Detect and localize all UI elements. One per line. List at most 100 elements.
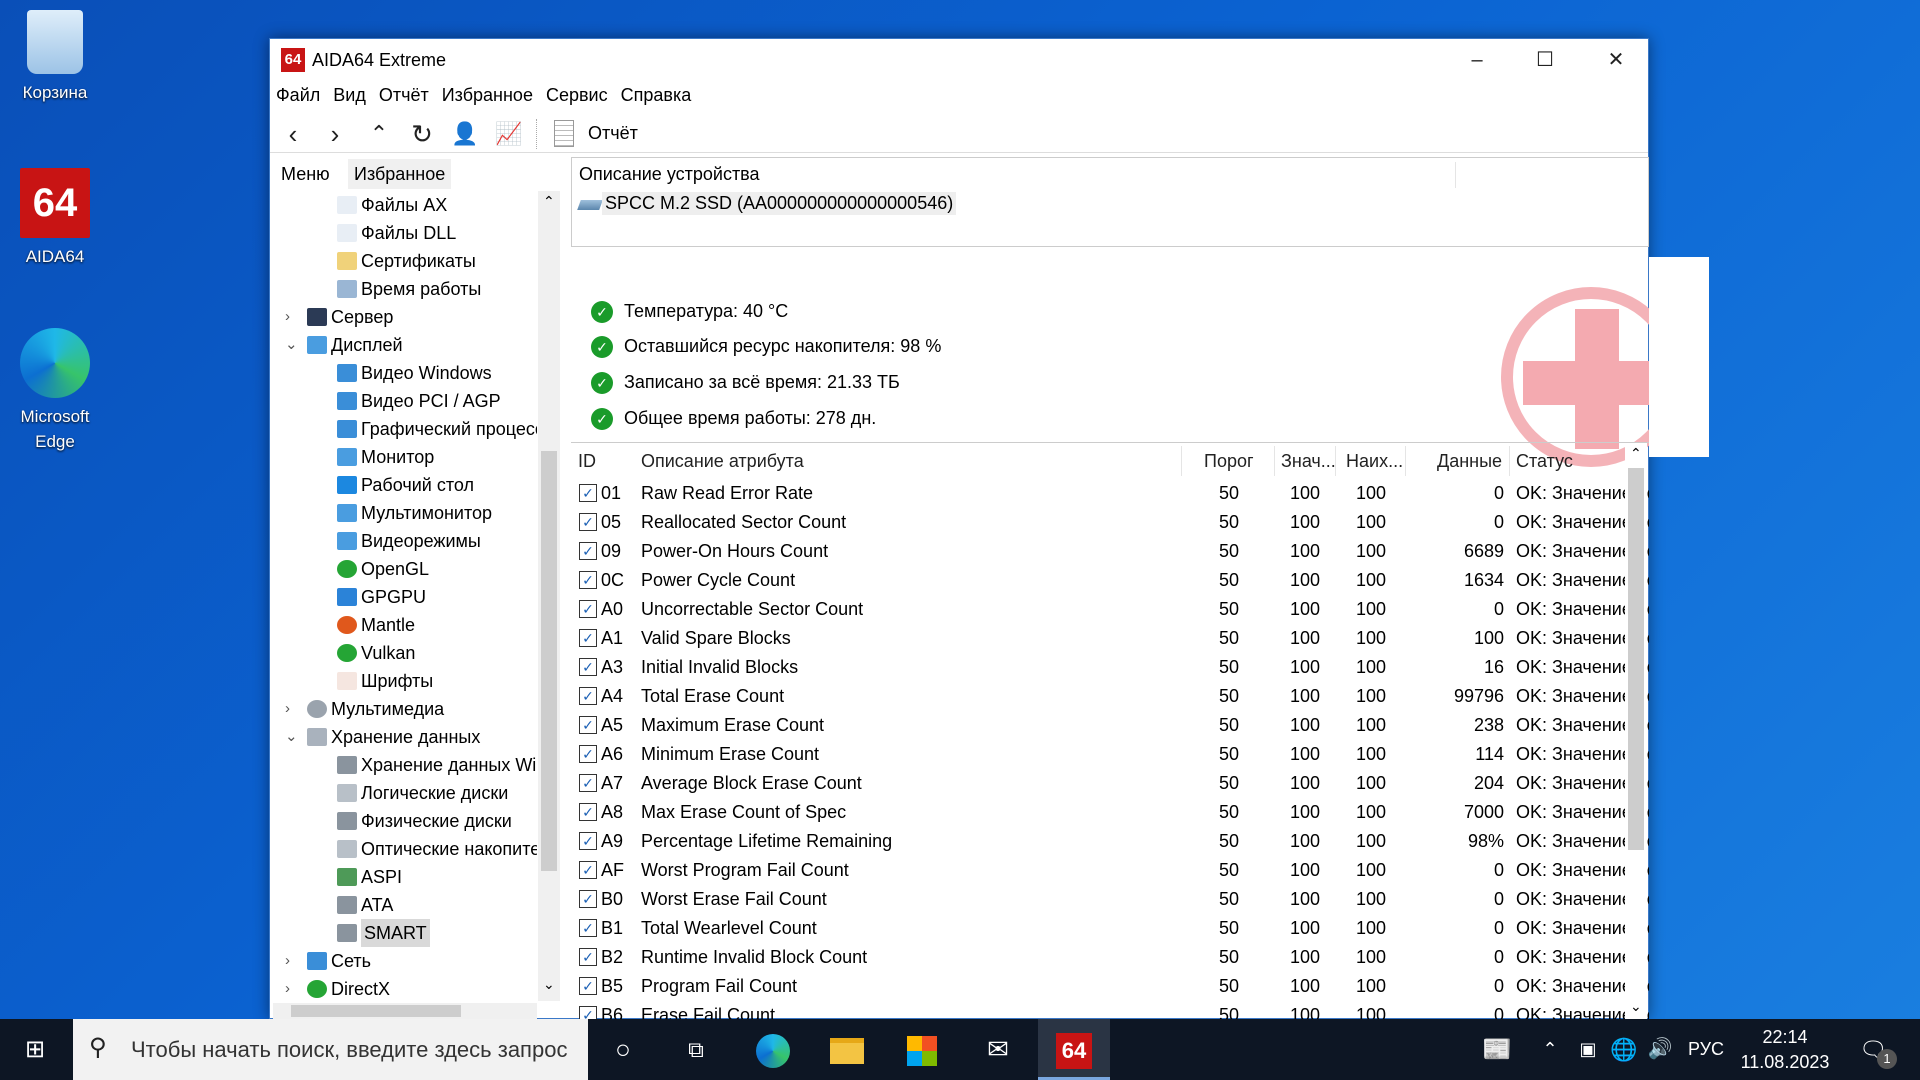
column-header-data[interactable]: Данные bbox=[1437, 446, 1502, 476]
scroll-up-icon[interactable]: ⌃ bbox=[1630, 445, 1642, 462]
tree-item[interactable]: ATA bbox=[273, 891, 537, 919]
tree-item[interactable]: Графический процесс bbox=[273, 415, 537, 443]
scroll-down-icon[interactable]: ⌄ bbox=[1630, 998, 1642, 1015]
row-checkbox[interactable]: ✓ bbox=[579, 571, 597, 589]
clock[interactable]: 22:14 11.08.2023 bbox=[1735, 1025, 1835, 1075]
table-row[interactable]: ✓ B5 Program Fail Count 50 100 100 0 OK:… bbox=[571, 972, 1649, 1001]
chevron-down-icon[interactable]: ⌄ bbox=[285, 723, 301, 751]
report-button[interactable]: Отчёт bbox=[588, 123, 638, 144]
menu-file[interactable]: Файл bbox=[276, 85, 320, 106]
table-vertical-scrollbar[interactable]: ⌃ ⌄ bbox=[1625, 443, 1647, 1019]
row-checkbox[interactable]: ✓ bbox=[579, 600, 597, 618]
table-row[interactable]: ✓ A4 Total Erase Count 50 100 100 99796 … bbox=[571, 682, 1649, 711]
menu-service[interactable]: Сервис bbox=[546, 85, 608, 106]
menu-report[interactable]: Отчёт bbox=[379, 85, 429, 106]
tree-item[interactable]: › DirectX bbox=[273, 975, 537, 1001]
scroll-thumb[interactable] bbox=[541, 451, 557, 871]
menu-favorites[interactable]: Избранное bbox=[442, 85, 533, 106]
tree-item[interactable]: Монитор bbox=[273, 443, 537, 471]
column-header-threshold[interactable]: Порог bbox=[1204, 446, 1254, 476]
row-checkbox[interactable]: ✓ bbox=[579, 1006, 597, 1019]
row-checkbox[interactable]: ✓ bbox=[579, 629, 597, 647]
device-name[interactable]: SPCC M.2 SSD (AA000000000000000546) bbox=[602, 192, 957, 215]
row-checkbox[interactable]: ✓ bbox=[579, 774, 597, 792]
table-row[interactable]: ✓ A6 Minimum Erase Count 50 100 100 114 … bbox=[571, 740, 1649, 769]
tree-item[interactable]: Мультимонитор bbox=[273, 499, 537, 527]
table-row[interactable]: ✓ B2 Runtime Invalid Block Count 50 100 … bbox=[571, 943, 1649, 972]
row-checkbox[interactable]: ✓ bbox=[579, 658, 597, 676]
table-row[interactable]: ✓ A0 Uncorrectable Sector Count 50 100 1… bbox=[571, 595, 1649, 624]
tree-item[interactable]: Оптические накопите bbox=[273, 835, 537, 863]
network-icon[interactable]: 🌐 bbox=[1606, 1019, 1642, 1080]
table-row[interactable]: ✓ A8 Max Erase Count of Spec 50 100 100 … bbox=[571, 798, 1649, 827]
column-header-description[interactable]: Описание атрибута bbox=[641, 446, 804, 476]
aida64-taskbar-button[interactable]: 64 bbox=[1038, 1019, 1110, 1080]
table-row[interactable]: ✓ B1 Total Wearlevel Count 50 100 100 0 … bbox=[571, 914, 1649, 943]
volume-icon[interactable]: 🔊 bbox=[1642, 1019, 1678, 1080]
row-checkbox[interactable]: ✓ bbox=[579, 745, 597, 763]
task-view-icon[interactable]: ⧉ bbox=[666, 1019, 726, 1080]
store-icon[interactable] bbox=[892, 1019, 952, 1080]
mail-icon[interactable]: ✉ bbox=[968, 1019, 1028, 1080]
tree-item[interactable]: Хранение данных Wi bbox=[273, 751, 537, 779]
tree-item[interactable]: Время работы bbox=[273, 275, 537, 303]
search-box[interactable]: ⚲ Чтобы начать поиск, введите здесь запр… bbox=[73, 1019, 588, 1080]
table-row[interactable]: ✓ 05 Reallocated Sector Count 50 100 100… bbox=[571, 508, 1649, 537]
table-row[interactable]: ✓ B6 Erase Fail Count 50 100 100 0 OK: З… bbox=[571, 1001, 1649, 1019]
tree-item[interactable]: Файлы AX bbox=[273, 191, 537, 219]
tree-item[interactable]: ⌄ Дисплей bbox=[273, 331, 537, 359]
table-row[interactable]: ✓ A3 Initial Invalid Blocks 50 100 100 1… bbox=[571, 653, 1649, 682]
tree-item[interactable]: Шрифты bbox=[273, 667, 537, 695]
tab-favorites[interactable]: Избранное bbox=[348, 159, 452, 189]
refresh-icon[interactable]: ↻ bbox=[405, 117, 439, 151]
start-button[interactable]: ⊞ bbox=[5, 1019, 65, 1080]
table-row[interactable]: ✓ A1 Valid Spare Blocks 50 100 100 100 O… bbox=[571, 624, 1649, 653]
title-bar[interactable]: 64 AIDA64 Extreme – ☐ ✕ bbox=[270, 39, 1648, 81]
column-header-worst[interactable]: Наих... bbox=[1346, 446, 1403, 476]
report-doc-icon[interactable] bbox=[554, 120, 574, 147]
column-divider[interactable] bbox=[1405, 446, 1406, 476]
tree-horizontal-scrollbar[interactable] bbox=[273, 1003, 537, 1019]
notifications-icon[interactable]: 🗨 1 bbox=[1843, 1019, 1903, 1080]
chevron-down-icon[interactable]: ⌄ bbox=[285, 331, 301, 359]
desktop-icon-edge[interactable]: Microsoft Edge bbox=[0, 328, 110, 454]
scroll-thumb[interactable] bbox=[1628, 468, 1644, 850]
tree-item[interactable]: ⌄ Хранение данных bbox=[273, 723, 537, 751]
desktop-icon-recycle-bin[interactable]: Корзина bbox=[0, 10, 110, 105]
tree-item[interactable]: Видео Windows bbox=[273, 359, 537, 387]
row-checkbox[interactable]: ✓ bbox=[579, 687, 597, 705]
scroll-thumb[interactable] bbox=[291, 1005, 461, 1017]
tree-item[interactable]: Видео PCI / AGP bbox=[273, 387, 537, 415]
chevron-right-icon[interactable]: › bbox=[285, 947, 301, 975]
tree-item[interactable]: OpenGL bbox=[273, 555, 537, 583]
chevron-right-icon[interactable]: › bbox=[285, 695, 301, 723]
row-checkbox[interactable]: ✓ bbox=[579, 513, 597, 531]
user-icon[interactable]: 👤 bbox=[448, 117, 482, 151]
tree-item[interactable]: SMART bbox=[273, 919, 537, 947]
column-divider[interactable] bbox=[1335, 446, 1336, 476]
tree-item[interactable]: Рабочий стол bbox=[273, 471, 537, 499]
desktop-icon-aida64[interactable]: 64 AIDA64 bbox=[0, 168, 110, 269]
file-explorer-icon[interactable] bbox=[817, 1019, 877, 1080]
row-checkbox[interactable]: ✓ bbox=[579, 861, 597, 879]
tab-menu[interactable]: Меню bbox=[275, 159, 336, 189]
tree-item[interactable]: Сертификаты bbox=[273, 247, 537, 275]
column-header-value[interactable]: Знач... bbox=[1281, 446, 1336, 476]
row-checkbox[interactable]: ✓ bbox=[579, 890, 597, 908]
table-row[interactable]: ✓ AF Worst Program Fail Count 50 100 100… bbox=[571, 856, 1649, 885]
row-checkbox[interactable]: ✓ bbox=[579, 977, 597, 995]
tree-item[interactable]: GPGPU bbox=[273, 583, 537, 611]
tree-item[interactable]: › Сеть bbox=[273, 947, 537, 975]
tray-chevron-icon[interactable]: ⌃ bbox=[1530, 1019, 1570, 1080]
tree-item[interactable]: Физические диски bbox=[273, 807, 537, 835]
scroll-down-icon[interactable]: ⌄ bbox=[543, 976, 555, 993]
table-row[interactable]: ✓ 0C Power Cycle Count 50 100 100 1634 O… bbox=[571, 566, 1649, 595]
news-icon[interactable]: 📰 bbox=[1467, 1019, 1527, 1080]
table-row[interactable]: ✓ B0 Worst Erase Fail Count 50 100 100 0… bbox=[571, 885, 1649, 914]
column-divider[interactable] bbox=[1509, 446, 1510, 476]
edge-taskbar-icon[interactable] bbox=[743, 1019, 803, 1080]
tree-item[interactable]: Vulkan bbox=[273, 639, 537, 667]
meet-icon[interactable]: ▣ bbox=[1570, 1019, 1606, 1080]
column-divider[interactable] bbox=[1274, 446, 1275, 476]
tree-item[interactable]: › Мультимедиа bbox=[273, 695, 537, 723]
